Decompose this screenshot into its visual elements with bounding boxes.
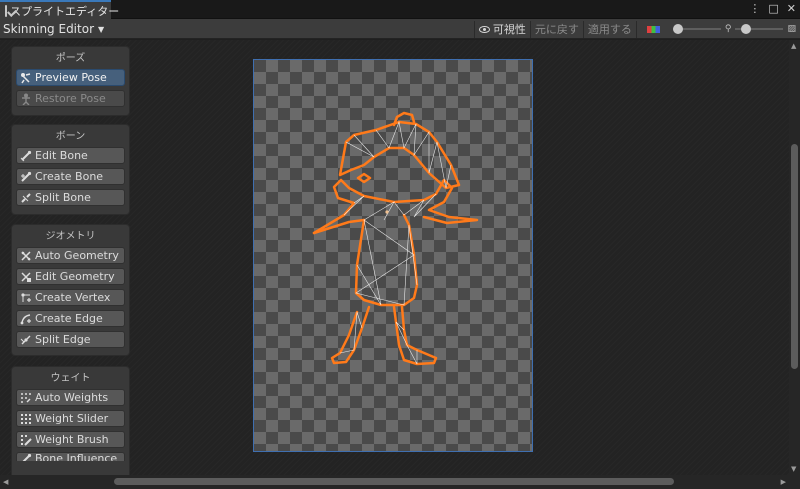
weight-brush-icon [20, 434, 32, 446]
pose-panel-title: ポーズ [55, 53, 86, 64]
weight-brush-button[interactable]: Weight Brush [16, 431, 125, 448]
create-vertex-label: Create Vertex [35, 291, 111, 304]
geometry-panel: ジオメトリ Auto Geometry Edit Geometry Create… [11, 224, 130, 356]
geometry-panel-title: ジオメトリ [45, 231, 96, 242]
eye-icon [478, 25, 490, 33]
weight-brush-label: Weight Brush [35, 433, 109, 446]
horizontal-scroll-thumb[interactable] [114, 478, 674, 485]
bone-influence-button[interactable]: Bone Influence [16, 452, 125, 461]
editor-toolbar: Skinning Editor ▼ 可視性 元に戻す 適用する ⚲ ▨ [0, 19, 800, 39]
pose-panel: ポーズ Preview Pose Restore Pose [11, 46, 130, 116]
window-title: スプライトエディター [10, 4, 120, 18]
weights-panel: ウェイト Auto Weights Weight Slider Weight B… [11, 366, 130, 481]
window-tab-bar: スプライトエディター ⋮ □ ✕ [0, 0, 800, 19]
zoom-slider-knob[interactable] [741, 24, 752, 34]
chevron-down-icon: ▼ [98, 24, 105, 34]
close-icon[interactable]: ✕ [787, 2, 796, 15]
split-edge-button[interactable]: Split Edge [16, 331, 125, 348]
edit-bone-label: Edit Bone [35, 149, 88, 162]
create-bone-button[interactable]: Create Bone [16, 168, 125, 185]
bone-panel-title: ボーン [55, 131, 86, 142]
scroll-right-icon[interactable]: ▶ [781, 478, 786, 486]
zoom-slider[interactable] [735, 23, 784, 35]
auto-geometry-label: Auto Geometry [35, 249, 119, 262]
create-vertex-icon [20, 292, 32, 304]
auto-geometry-button[interactable]: Auto Geometry [16, 247, 125, 264]
edit-bone-button[interactable]: Edit Bone [16, 147, 125, 164]
pixelate-icon: ▨ [787, 24, 796, 34]
preview-pose-label: Preview Pose [35, 71, 107, 84]
restore-pose-icon [20, 93, 32, 105]
more-options-icon[interactable]: ⋮ [749, 2, 760, 15]
edit-geometry-label: Edit Geometry [35, 270, 115, 283]
create-edge-label: Create Edge [35, 312, 103, 325]
editor-mode-label: Skinning Editor [3, 22, 94, 36]
create-vertex-button[interactable]: Create Vertex [16, 289, 125, 306]
color-channel-button[interactable] [635, 20, 670, 38]
visibility-label: 可視性 [492, 23, 526, 36]
split-edge-label: Split Edge [35, 333, 91, 346]
alpha-slider[interactable] [672, 23, 721, 35]
revert-button[interactable]: 元に戻す [529, 20, 583, 38]
preview-pose-icon [20, 72, 32, 84]
split-edge-icon [20, 334, 32, 346]
split-bone-icon [20, 192, 32, 204]
weight-slider-icon [20, 413, 32, 425]
scroll-down-icon[interactable]: ▼ [791, 465, 796, 473]
scroll-up-icon[interactable]: ▲ [791, 42, 796, 50]
bone-influence-label: Bone Influence [35, 452, 118, 461]
visibility-toggle[interactable]: 可視性 [473, 20, 530, 38]
create-edge-button[interactable]: Create Edge [16, 310, 125, 327]
create-edge-icon [20, 313, 32, 325]
zoom-small-icon: ⚲ [724, 24, 732, 34]
maximize-icon[interactable]: □ [768, 2, 778, 15]
split-bone-button[interactable]: Split Bone [16, 189, 125, 206]
rgb-channel-icon [646, 25, 660, 33]
restore-pose-button[interactable]: Restore Pose [16, 90, 125, 107]
vertical-scrollbar[interactable]: ▲ ▼ [789, 40, 800, 475]
vertical-scroll-thumb[interactable] [791, 144, 798, 369]
create-bone-label: Create Bone [35, 170, 104, 183]
toolbar-right-group: 可視性 元に戻す 適用する ⚲ ▨ [473, 20, 800, 38]
sprite-canvas[interactable] [253, 59, 533, 452]
edit-geometry-icon [20, 271, 32, 283]
auto-geometry-icon [20, 250, 32, 262]
editor-mode-dropdown[interactable]: Skinning Editor ▼ [3, 21, 104, 37]
sprite-editor-tab[interactable]: スプライトエディター [0, 0, 119, 19]
alpha-slider-knob[interactable] [672, 24, 683, 34]
weights-panel-title: ウェイト [50, 373, 91, 384]
create-bone-icon [20, 171, 32, 183]
split-bone-label: Split Bone [35, 191, 91, 204]
preview-pose-button[interactable]: Preview Pose [16, 69, 125, 86]
scroll-left-icon[interactable]: ◀ [3, 478, 8, 486]
auto-weights-button[interactable]: Auto Weights [16, 389, 125, 406]
auto-weights-label: Auto Weights [35, 391, 109, 404]
edit-bone-icon [20, 150, 32, 162]
restore-pose-label: Restore Pose [35, 92, 106, 105]
bone-panel: ボーン Edit Bone Create Bone Split Bone [11, 124, 130, 215]
bone-influence-icon [20, 453, 32, 461]
apply-button[interactable]: 適用する [582, 20, 636, 38]
sprite-editor-icon [5, 4, 7, 17]
horizontal-scrollbar[interactable]: ◀ ▶ [0, 475, 800, 489]
weight-slider-label: Weight Slider [35, 412, 109, 425]
skinning-mesh[interactable] [254, 60, 534, 453]
edit-geometry-button[interactable]: Edit Geometry [16, 268, 125, 285]
editor-viewport[interactable]: ポーズ Preview Pose Restore Pose ボーン Edit B… [0, 40, 789, 481]
auto-weights-icon [20, 392, 32, 404]
window-controls: ⋮ □ ✕ [749, 2, 796, 15]
weight-slider-button[interactable]: Weight Slider [16, 410, 125, 427]
